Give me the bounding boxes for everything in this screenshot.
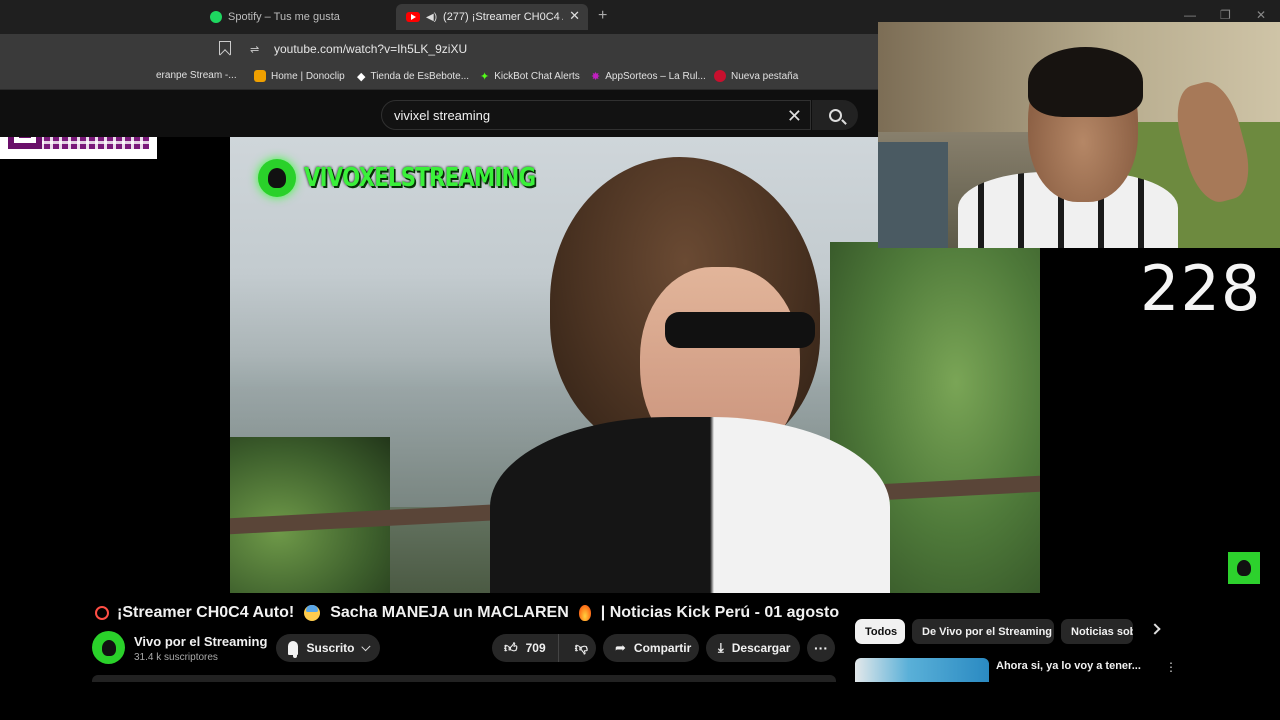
thumbs-up-icon: 👍︎ <box>504 640 518 655</box>
bookmark-label: Nueva pestaña <box>731 70 799 82</box>
search-query: vivixel streaming <box>394 108 491 123</box>
like-button[interactable]: 👍︎ 709 <box>492 634 559 662</box>
live-ring-icon <box>95 606 109 620</box>
download-button[interactable]: ⤓ Descargar <box>706 634 800 662</box>
subscribed-label: Suscrito <box>306 641 355 655</box>
recommendation-title[interactable]: Ahora si, ya lo voy a tener... <box>996 660 1141 672</box>
download-icon: ⤓ <box>718 640 724 655</box>
webcam-background-chair <box>878 142 948 248</box>
chip-news[interactable]: Noticias sob <box>1061 619 1133 644</box>
webcam-overlay <box>878 22 1280 248</box>
webcam-person-hair <box>1028 47 1143 117</box>
youtube-icon <box>406 12 420 22</box>
url-field[interactable]: youtube.com/watch?v=Ih5LK_9ziXU <box>274 42 467 56</box>
close-window-icon[interactable]: ✕ <box>1256 8 1266 22</box>
bottom-black-bar <box>0 682 1280 720</box>
like-dislike-group: 👍︎ 709 👎︎ <box>492 634 596 662</box>
subscribed-button[interactable]: Suscrito <box>276 634 380 662</box>
share-icon: ➦ <box>615 640 626 655</box>
kebab-menu-icon[interactable]: ⋮ <box>1165 660 1177 674</box>
close-tab-icon[interactable]: ✕ <box>569 8 580 24</box>
video-person <box>470 157 890 593</box>
bell-icon <box>288 641 299 658</box>
bookmark-label: eranpe Stream -... <box>156 70 237 81</box>
restore-icon[interactable]: ❐ <box>1220 8 1231 22</box>
bookmark-item[interactable]: Nueva pestaña <box>714 70 798 82</box>
chevron-right-icon[interactable] <box>1149 623 1161 635</box>
bookmark-label: KickBot Chat Alerts <box>494 71 580 82</box>
more-actions-button[interactable]: ··· <box>807 634 835 662</box>
new-tab-button[interactable]: + <box>598 7 607 25</box>
chip-label: Noticias sob <box>1071 625 1133 638</box>
bookmark-label: Tienda de EsBebote... <box>370 71 470 82</box>
donoclip-icon <box>254 70 266 82</box>
minimize-icon[interactable]: — <box>1184 8 1196 22</box>
bookmark-item[interactable]: Home | Donoclip <box>254 70 345 82</box>
channel-corner-badge <box>1228 552 1260 584</box>
channel-avatar[interactable] <box>92 631 125 664</box>
bookmark-item[interactable]: ◆ Tienda de EsBebote... <box>357 70 469 83</box>
video-person-sunglasses <box>665 312 815 348</box>
share-label: Compartir <box>633 641 692 655</box>
diamond-icon: ◆ <box>357 71 366 83</box>
bookmark-label: Home | Donoclip <box>271 70 345 82</box>
chip-label: Todos <box>865 625 898 638</box>
share-button[interactable]: ➦ Compartir <box>603 634 699 662</box>
watermark-text: VIVOXELSTREAMING <box>304 163 536 193</box>
bookmark-item[interactable]: eranpe Stream -... <box>156 70 237 81</box>
search-input[interactable]: vivixel streaming ✕ <box>381 100 811 130</box>
spotify-icon <box>210 11 222 23</box>
chip-all[interactable]: Todos <box>855 619 905 644</box>
search-button[interactable] <box>812 100 858 130</box>
tab-title: (277) ¡Streamer CH0C4 Au <box>443 11 564 23</box>
bookmark-item[interactable]: ✦ KickBot Chat Alerts <box>480 70 580 83</box>
search-icon <box>828 108 842 122</box>
bookmark-item[interactable]: ✸ AppSorteos – La Rul... <box>591 70 706 83</box>
kickbot-icon: ✦ <box>480 71 490 83</box>
appsorteos-icon: ✸ <box>591 71 601 83</box>
download-label: Descargar <box>731 641 791 655</box>
dislike-button[interactable]: 👎︎ <box>567 634 596 662</box>
video-person-hoodie <box>490 417 890 593</box>
thumbs-down-icon: 👎︎ <box>574 640 588 655</box>
bookmark-icon[interactable] <box>219 41 231 55</box>
tab-spotify[interactable]: Spotify – Tus me gusta <box>200 4 390 30</box>
recommendation-thumbnail[interactable] <box>855 658 989 684</box>
fire-emoji-icon <box>578 605 591 621</box>
video-title-part3: | Noticias Kick Perú - 01 agosto <box>600 604 840 621</box>
video-title-part1: ¡Streamer CH0C4 Auto! <box>117 604 295 621</box>
viewer-counter: 228 <box>1140 252 1262 325</box>
chip-label: De Vivo por el Streaming <box>922 625 1053 638</box>
chevron-down-icon <box>360 641 370 651</box>
speaker-icon[interactable]: ◀) <box>426 12 437 23</box>
like-count: 709 <box>525 641 546 655</box>
channel-watermark: VIVOXELSTREAMING <box>258 159 586 197</box>
clear-search-icon[interactable]: ✕ <box>787 106 802 127</box>
video-title: ¡Streamer CH0C4 Auto! Sacha MANEJA un MA… <box>95 604 839 622</box>
channel-logo-icon <box>258 159 296 197</box>
channel-name[interactable]: Vivo por el Streaming <box>134 634 267 649</box>
tab-youtube[interactable]: ◀) (277) ¡Streamer CH0C4 Au ✕ <box>396 4 588 30</box>
site-settings-icon[interactable]: ⇌ <box>250 43 259 56</box>
bookmark-label: AppSorteos – La Rul... <box>605 71 706 82</box>
more-icon: ··· <box>814 640 828 656</box>
tab-title: Spotify – Tus me gusta <box>228 11 340 23</box>
new-tab-page-icon <box>714 70 726 82</box>
subscriber-count: 31.4 k suscriptores <box>134 652 218 663</box>
video-title-part2: Sacha MANEJA un MACLAREN <box>330 604 569 621</box>
scared-emoji-icon <box>304 605 321 621</box>
chip-from-channel[interactable]: De Vivo por el Streaming <box>912 619 1054 644</box>
